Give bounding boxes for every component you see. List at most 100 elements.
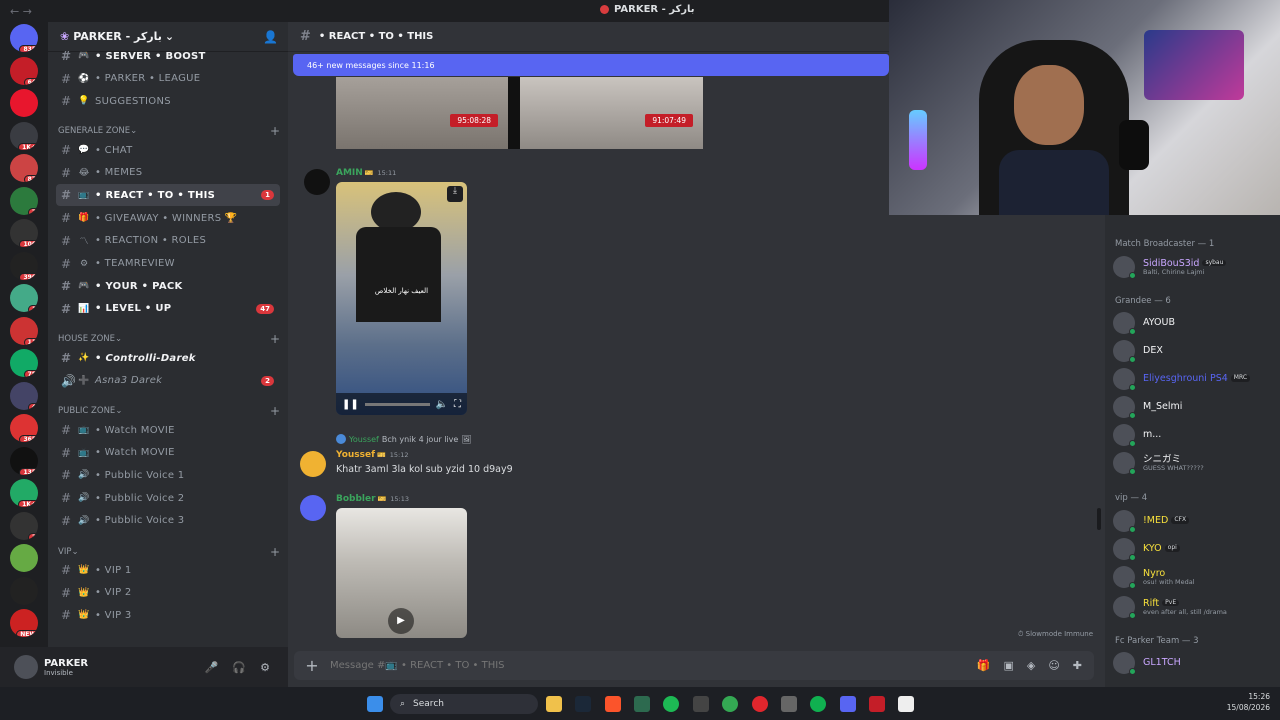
member-item[interactable]: M_Selmi (1113, 395, 1273, 419)
message-input[interactable] (330, 660, 977, 671)
member-item[interactable]: SidiBouS3id sybau Balti, Chirine Lajmi (1113, 255, 1273, 279)
brave-icon[interactable] (605, 696, 621, 712)
server-icon[interactable]: 135 (10, 446, 38, 475)
channel-item[interactable]: # 💬 • CHAT (56, 139, 280, 161)
channel-item[interactable]: # 🔊 • Pubblic Voice 1 (56, 464, 280, 486)
play-icon[interactable]: ▶ (388, 608, 414, 634)
server-icon[interactable]: 7 (10, 186, 38, 215)
file-explorer-icon[interactable] (546, 696, 562, 712)
scrollbar[interactable] (1097, 508, 1101, 530)
server-icon[interactable]: 1K+ (10, 121, 38, 150)
discord-taskbar-icon[interactable] (840, 696, 856, 712)
server-icon[interactable] (10, 544, 38, 572)
server-icon[interactable]: 78 (10, 349, 38, 377)
add-channel-icon[interactable]: + (270, 124, 280, 138)
attach-plus-icon[interactable]: + (294, 656, 330, 675)
add-channel-icon[interactable]: + (270, 332, 280, 346)
app-icon[interactable] (781, 696, 797, 712)
video-progress-bar[interactable] (364, 402, 430, 406)
app-icon[interactable] (634, 696, 650, 712)
sticker-icon[interactable]: ◈ (1027, 659, 1035, 672)
windows-start-icon[interactable] (367, 696, 383, 712)
category-header[interactable]: VIP ⌄ + (58, 545, 280, 559)
channel-item[interactable]: # 🔊 • Pubblic Voice 2 (56, 487, 280, 509)
emoji-icon[interactable]: ☺ (1048, 659, 1059, 672)
member-item[interactable]: Rift PvE even after all, still /drama (1113, 595, 1273, 619)
apps-icon[interactable]: ✚ (1073, 659, 1082, 672)
server-icon[interactable]: 87 (10, 154, 38, 182)
category-header[interactable]: GENERALE ZONE ⌄ + (58, 124, 280, 138)
fullscreen-icon[interactable]: ⛶ (454, 399, 461, 410)
channel-item[interactable]: # 📺 • Watch MOVIE (56, 442, 280, 464)
spotify-icon[interactable] (663, 696, 679, 712)
chrome-icon[interactable] (722, 696, 738, 712)
server-icon[interactable]: 106 (10, 219, 38, 247)
member-item[interactable]: DEX (1113, 339, 1273, 363)
server-icon[interactable]: 11 (10, 316, 38, 345)
app-icon[interactable] (810, 696, 826, 712)
member-item[interactable]: AYOUB (1113, 311, 1273, 335)
member-item[interactable]: Nyro osu! with Medal (1113, 565, 1273, 589)
obs-icon[interactable] (898, 696, 914, 712)
server-icon[interactable] (10, 89, 38, 117)
avatar[interactable] (14, 655, 38, 679)
avatar[interactable] (300, 451, 326, 477)
video-thumbnail[interactable]: 91:07:49 (520, 77, 703, 149)
member-item[interactable]: シニガミ GUESS WHAT????? (1113, 451, 1273, 475)
gear-icon[interactable]: ⚙ (260, 661, 270, 674)
mute-icon[interactable]: 🎤 (205, 661, 219, 674)
discord-icon[interactable] (300, 495, 326, 521)
channel-item[interactable]: # 😂 • MEMES (56, 162, 280, 184)
message-author[interactable]: Youssef 🎫 15:12 (336, 450, 408, 460)
channel-item[interactable]: # 💡 SUGGESTIONS (56, 90, 280, 112)
member-item[interactable]: GL1TCH (1113, 651, 1273, 675)
server-icon[interactable]: 64 (10, 56, 38, 85)
server-icon[interactable]: 835 (10, 24, 38, 52)
nav-arrows[interactable]: ← → (10, 5, 50, 18)
channel-item[interactable]: # 🎮 • YOUR • PACK (56, 275, 280, 297)
channel-item[interactable]: # 🎮 • SERVER • BOOST (56, 45, 280, 67)
server-icon[interactable]: 1K+ (10, 479, 38, 507)
member-item[interactable]: Eliyesghrouni PS4 MRC (1113, 367, 1273, 391)
add-channel-icon[interactable]: + (270, 404, 280, 418)
avatar[interactable] (304, 169, 330, 195)
server-icon[interactable]: 365 (10, 414, 38, 442)
new-messages-bar[interactable]: 46+ new messages since 11:16 (293, 54, 889, 76)
category-header[interactable]: HOUSE ZONE ⌄ + (58, 332, 280, 346)
channel-item[interactable]: # ⚙ • TEAMREVIEW (56, 253, 280, 275)
channel-item[interactable]: # 〽 • REACTION • ROLES (56, 230, 280, 252)
server-icon[interactable]: 4 (10, 381, 38, 410)
taskbar-search[interactable]: ⌕ Search (390, 694, 538, 714)
system-clock[interactable]: 15:26 15/08/2026 (1227, 692, 1270, 713)
video-thumbnail[interactable]: 95:08:28 (336, 77, 508, 149)
app-icon[interactable] (693, 696, 709, 712)
add-channel-icon[interactable]: + (270, 545, 280, 559)
gif-icon[interactable]: ▣ (1003, 659, 1013, 672)
video-player[interactable]: ▶ (336, 508, 467, 638)
server-icon[interactable]: 396 (10, 251, 38, 280)
member-item[interactable]: KYO opi (1113, 537, 1273, 561)
channel-item[interactable]: 🔊 ➕ Asna3 Darek 2 (56, 370, 280, 392)
message-author[interactable]: Bobbler 🎫 15:13 (336, 494, 409, 504)
channel-item[interactable]: # 📺 • REACT • TO • THIS 1 (56, 184, 280, 207)
video-player[interactable]: العيف نهار الخلاص ⤓ ❚❚ 🔈 ⛶ (336, 182, 467, 415)
category-header[interactable]: PUBLIC ZONE ⌄ + (58, 404, 280, 418)
app-icon[interactable] (869, 696, 885, 712)
download-icon[interactable]: ⤓ (447, 186, 463, 202)
message-author[interactable]: AMIN 🎫 15:11 (336, 168, 396, 178)
server-icon[interactable] (10, 576, 38, 605)
channel-item[interactable]: # ✨ • Controlli-Darek (56, 347, 280, 369)
channel-item[interactable]: # 📊 • LEVEL • UP 47 (56, 298, 280, 320)
channel-item[interactable]: # ⚽ • PARKER • LEAGUE (56, 68, 280, 90)
channel-item[interactable]: # 👑 • VIP 3 (56, 604, 280, 626)
add-member-icon[interactable]: 👤 (263, 30, 278, 44)
channel-item[interactable]: # 📺 • Watch MOVIE (56, 419, 280, 441)
volume-icon[interactable]: 🔈 (436, 399, 448, 410)
server-icon[interactable]: 3 (10, 511, 38, 540)
channel-item[interactable]: # 🎁 • GIVEAWAY • WINNERS 🏆 (56, 207, 280, 229)
channel-item[interactable]: # 🔊 • Pubblic Voice 3 (56, 510, 280, 532)
opera-icon[interactable] (752, 696, 768, 712)
headphones-icon[interactable]: 🎧 (232, 661, 246, 674)
gift-icon[interactable]: 🎁 (977, 659, 991, 672)
member-item[interactable]: !MED CFX (1113, 509, 1273, 533)
